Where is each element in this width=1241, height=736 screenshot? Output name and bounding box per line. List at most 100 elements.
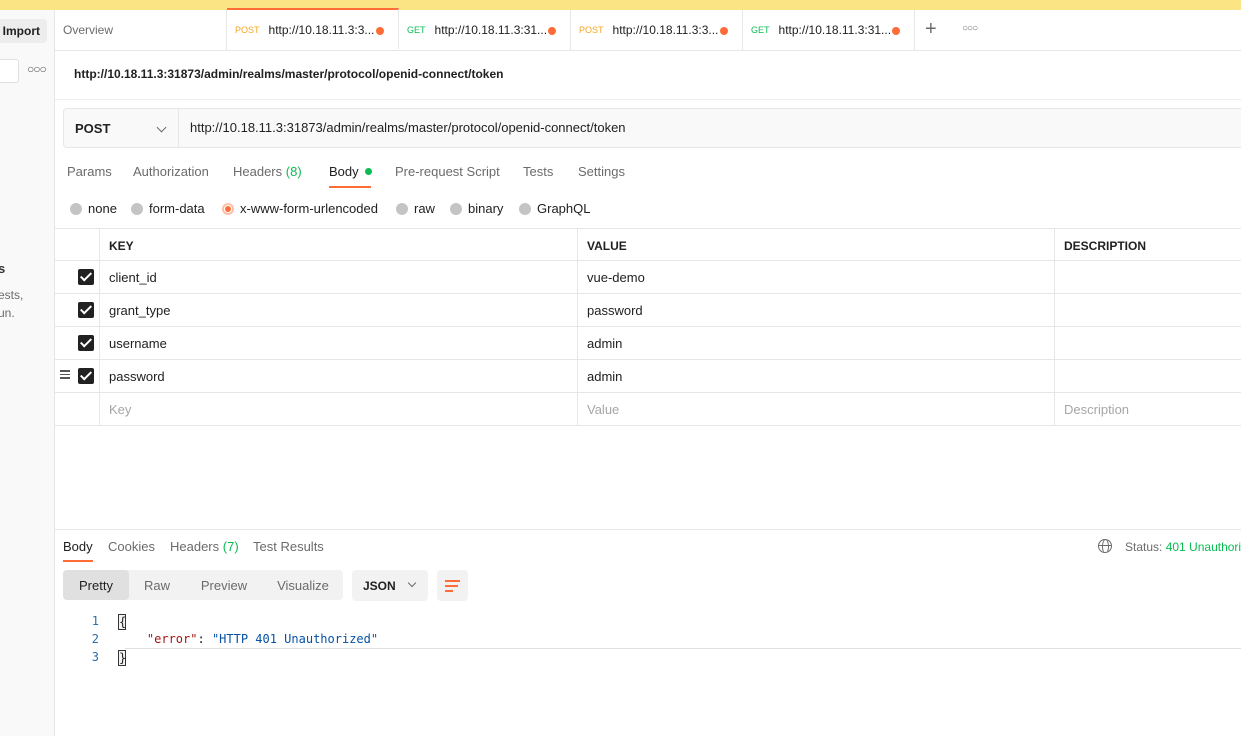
response-tab-headers[interactable]: Headers (7) [170, 539, 239, 554]
column-header-value: VALUE [577, 229, 1054, 262]
url-input[interactable]: http://10.18.11.3:31873/admin/realms/mas… [190, 120, 626, 135]
status-label: Status: [1125, 540, 1163, 554]
radio-label: none [88, 201, 117, 216]
sidebar-empty-heading: s [0, 261, 5, 276]
tab-label: Overview [63, 23, 114, 37]
method-select[interactable]: POST [64, 109, 179, 147]
response-tab-body[interactable]: Body [63, 539, 93, 554]
tab-method: POST [579, 25, 604, 35]
key-cell[interactable]: password [99, 360, 577, 393]
code-line: 2 "error": "HTTP 401 Unauthorized" [55, 630, 1241, 648]
tab-tests[interactable]: Tests [523, 164, 553, 179]
table-row: username admin [55, 327, 1241, 360]
key-cell[interactable]: username [99, 327, 577, 360]
radio-none[interactable]: none [70, 201, 117, 216]
tab-more-icon[interactable]: ○○○ [962, 23, 978, 34]
radio-form-data[interactable]: form-data [131, 201, 205, 216]
view-pretty-button[interactable]: Pretty [63, 570, 129, 600]
tab-request-1[interactable]: POST http://10.18.11.3:3... [227, 8, 399, 49]
tab-overview[interactable]: Overview [55, 10, 227, 50]
new-description-input[interactable]: Description [1054, 393, 1241, 426]
view-preview-button[interactable]: Preview [185, 570, 263, 600]
radio-binary[interactable]: binary [450, 201, 503, 216]
radio-raw[interactable]: raw [396, 201, 435, 216]
request-title[interactable]: http://10.18.11.3:31873/admin/realms/mas… [74, 67, 503, 81]
radio-label: form-data [149, 201, 205, 216]
drag-handle-icon[interactable] [60, 370, 70, 382]
line-number: 3 [91, 650, 99, 664]
value-cell[interactable]: admin [577, 327, 1054, 360]
view-raw-button[interactable]: Raw [129, 570, 185, 600]
sidebar-empty-text: ests, [0, 288, 24, 302]
new-value-input[interactable]: Value [577, 393, 1054, 426]
active-dot-icon [364, 168, 372, 175]
tab-request-3[interactable]: POST http://10.18.11.3:3... [571, 10, 743, 50]
tab-label: Headers [233, 164, 283, 179]
chevron-down-icon [156, 122, 167, 133]
tab-request-4[interactable]: GET http://10.18.11.3:31... [743, 10, 915, 50]
unsaved-dot-icon [720, 27, 728, 35]
import-button[interactable]: Import [0, 19, 47, 43]
response-tab-cookies[interactable]: Cookies [108, 539, 155, 554]
new-tab-plus-icon[interactable]: + [925, 18, 937, 41]
response-tab-test-results[interactable]: Test Results [253, 539, 324, 554]
value-cell[interactable]: vue-demo [577, 261, 1054, 294]
tab-settings[interactable]: Settings [578, 164, 625, 179]
description-cell[interactable] [1054, 360, 1241, 393]
radio-icon [131, 202, 143, 215]
status-value: 401 Unauthori [1165, 540, 1241, 554]
divider [55, 99, 1241, 100]
notification-banner [0, 0, 1241, 10]
row-enabled-checkbox[interactable] [78, 269, 94, 285]
tab-label: Headers [170, 539, 220, 554]
tab-prerequest-script[interactable]: Pre-request Script [395, 164, 500, 179]
sidebar-search-input[interactable] [0, 59, 19, 83]
radio-graphql[interactable]: GraphQL [519, 201, 590, 216]
radio-label: GraphQL [537, 201, 591, 216]
table-row: grant_type password [55, 294, 1241, 327]
description-cell[interactable] [1054, 327, 1241, 360]
response-divider[interactable] [55, 529, 1241, 530]
radio-label: binary [468, 201, 504, 216]
radio-icon [70, 202, 82, 215]
tab-body[interactable]: Body [329, 164, 372, 179]
row-enabled-checkbox[interactable] [78, 368, 94, 384]
unsaved-dot-icon [548, 27, 556, 35]
format-select[interactable]: JSON [352, 570, 428, 601]
view-visualize-button[interactable]: Visualize [263, 570, 343, 600]
json-colon: : [197, 632, 212, 646]
tab-headers[interactable]: Headers (8) [233, 164, 302, 179]
key-cell[interactable]: grant_type [99, 294, 577, 327]
radio-urlencoded[interactable]: x-www-form-urlencoded [222, 201, 378, 216]
tab-params[interactable]: Params [67, 164, 112, 179]
row-enabled-checkbox[interactable] [78, 335, 94, 351]
tab-request-2[interactable]: GET http://10.18.11.3:31... [399, 10, 571, 50]
wrap-lines-icon [445, 580, 460, 582]
response-view-toggle: Pretty Raw Preview Visualize [63, 570, 343, 600]
table-row-new: Key Value Description [55, 393, 1241, 426]
value-cell[interactable]: admin [577, 360, 1054, 393]
request-tab-bar: Overview POST http://10.18.11.3:3... GET… [55, 8, 1241, 51]
response-status[interactable]: Status: 401 Unauthori [1125, 540, 1241, 554]
radio-label: raw [414, 201, 435, 216]
wrap-lines-button[interactable] [437, 570, 468, 601]
unsaved-dot-icon [376, 27, 384, 35]
tab-label: http://10.18.11.3:3... [268, 22, 375, 37]
active-tab-indicator [63, 560, 93, 562]
radio-selected-icon [222, 202, 234, 215]
description-cell[interactable] [1054, 261, 1241, 294]
json-value: "HTTP 401 Unauthorized" [211, 632, 379, 646]
tab-method: GET [407, 25, 426, 35]
description-cell[interactable] [1054, 294, 1241, 327]
new-key-input[interactable]: Key [99, 393, 577, 426]
globe-icon[interactable] [1098, 539, 1112, 553]
active-tab-indicator [329, 186, 371, 188]
line-number: 2 [91, 632, 99, 646]
sidebar-more-icon[interactable]: ○○○ [27, 62, 47, 76]
row-enabled-checkbox[interactable] [78, 302, 94, 318]
tab-authorization[interactable]: Authorization [133, 164, 209, 179]
radio-icon [396, 202, 408, 215]
key-cell[interactable]: client_id [99, 261, 577, 294]
response-body-viewer[interactable]: 1 { 2 "error": "HTTP 401 Unauthorized" 3… [55, 612, 1241, 666]
value-cell[interactable]: password [577, 294, 1054, 327]
